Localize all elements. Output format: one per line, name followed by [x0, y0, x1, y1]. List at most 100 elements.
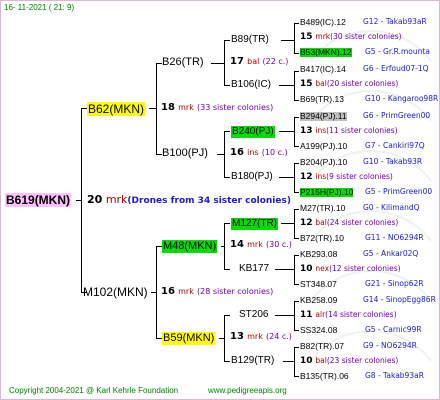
gen4-abbr: ins: [315, 172, 327, 181]
pedigree-frame: 16- 11-2021 ( 21: 9) B619(MKN) 20 mrk(Dr…: [0, 0, 440, 400]
gen2-1-abbr: bal: [247, 57, 260, 66]
gen4-origin-bottom: G5 - Gr.R.mounta: [365, 47, 430, 56]
gen2-3-number: 14: [230, 239, 244, 250]
gen4-queen-bottom[interactable]: P215H(PJ).10: [300, 188, 354, 197]
queen-gen2-1[interactable]: B26(TR): [162, 57, 204, 68]
gen1-sire-number: 16: [161, 286, 175, 297]
gen4-origin-bottom: G7 - Cankiri97Q: [365, 141, 425, 150]
connector-line: [211, 63, 225, 64]
gen4-colony-info: 11 alr(14 sister colonies): [300, 311, 397, 320]
gen4-abbr: nex: [315, 264, 330, 273]
gen4-abbr: bal: [315, 79, 327, 88]
gen4-origin-bottom: G10 - Kangaroo98R: [365, 94, 439, 103]
gen4-queen-bottom[interactable]: SS324.08: [300, 326, 337, 335]
gen2-4-info: 13 mrk (24 c.): [230, 332, 292, 342]
connector-line: [217, 154, 225, 155]
queen-gen3-6[interactable]: KB177: [239, 264, 269, 274]
queen-gen3-2[interactable]: B106(IC): [231, 80, 271, 90]
gen2-2-number: 16: [230, 147, 244, 158]
gen2-1-note: (22 c.): [262, 57, 289, 66]
gen2-4-note: (24 c.): [266, 332, 292, 341]
gen4-origin-top: G0 - KilimandQ: [363, 203, 420, 212]
gen4-colony-info: 15 mrk(30 sister colonies): [300, 33, 402, 42]
connector-line: [294, 209, 299, 210]
gen4-queen-bottom[interactable]: B135(TR).06: [300, 372, 349, 381]
gen2-2-abbr: ins: [247, 148, 259, 157]
root-info: 20 mrk(Drones from 34 sister colonies): [87, 194, 291, 206]
gen4-queen-top[interactable]: B294(PJ).11: [300, 112, 347, 121]
gen4-queen-bottom[interactable]: B72(TR).10: [300, 234, 344, 243]
connector-line: [279, 131, 295, 132]
gen4-origin-bottom: G5 - PrimGreen00: [365, 187, 433, 196]
gen4-note: (20 sister colonies): [326, 79, 399, 88]
gen4-number: 11: [300, 310, 313, 320]
connector-line: [281, 223, 295, 224]
gen2-3-note: (30 c.): [266, 240, 292, 249]
connector-line: [149, 108, 157, 109]
gen4-origin-top: G6 - Erfoud07-1Q: [363, 64, 429, 73]
gen4-colony-info: 10 nex(12 sister colonies): [300, 265, 401, 274]
gen4-queen-top[interactable]: B417(IC).14: [300, 65, 346, 74]
connector-line: [224, 40, 230, 41]
connector-line: [294, 71, 299, 72]
footer-url[interactable]: www.pedigreeapis.org: [208, 387, 287, 395]
gen4-colony-info: 13 ins(11 sister colonies): [300, 127, 398, 136]
connector-line: [294, 23, 299, 24]
connector-line: [224, 223, 230, 224]
gen4-queen-top[interactable]: B489(IC).12: [300, 18, 346, 27]
queen-gen3-4[interactable]: B180(PJ): [231, 172, 273, 182]
gen1-sire-info: 16 mrk (28 sister colonies): [161, 287, 273, 297]
gen1-dam-number: 18: [161, 102, 175, 113]
gen2-3-info: 14 mrk (30 c.): [230, 240, 292, 250]
connector-line: [294, 163, 299, 164]
gen4-number: 12: [300, 172, 313, 182]
queen-gen3-8[interactable]: B129(TR): [231, 356, 274, 366]
connector-line: [224, 85, 230, 86]
gen4-note: (9 sister colonies): [326, 172, 393, 181]
root-drone-note: (Drones from 34 sister colonies): [127, 196, 291, 206]
connector-line: [151, 292, 157, 293]
gen4-number: 12: [300, 218, 313, 228]
gen4-note: (11 sister colonies): [326, 126, 398, 135]
gen4-queen-bottom[interactable]: B53(MKN).12: [300, 48, 352, 57]
gen4-note: (14 sister colonies): [325, 310, 397, 319]
queen-gen2-2[interactable]: B100(PJ): [162, 148, 208, 159]
queen-root[interactable]: B619(MKN): [5, 193, 72, 207]
gen4-origin-top: G5 - Ankar02Q: [363, 249, 419, 258]
connector-line: [294, 146, 299, 147]
queen-gen1-sire[interactable]: M102(MKN): [83, 286, 148, 298]
footer-copyright: Copyright 2004-2021 @ Karl Kehrle Founda…: [9, 386, 179, 395]
gen4-note: (23 sister colonies): [326, 356, 399, 365]
gen4-number: 13: [300, 126, 313, 136]
connector-line: [294, 192, 299, 193]
gen4-queen-bottom[interactable]: A199(PJ).10: [300, 142, 347, 151]
connector-line: [281, 40, 295, 41]
queen-gen2-3[interactable]: M48(MKN): [162, 240, 218, 253]
gen4-number: 15: [300, 32, 313, 42]
queen-gen3-3[interactable]: B240(PJ): [231, 126, 275, 138]
queen-gen1-dam[interactable]: B62(MKN): [87, 102, 146, 116]
gen4-queen-bottom[interactable]: ST348.07: [300, 280, 337, 289]
connector-line: [294, 284, 299, 285]
gen1-dam-note: (33 sister colonies): [197, 103, 274, 112]
gen4-queen-top[interactable]: KB258.09: [300, 296, 337, 305]
gen4-origin-top: G12 - Takab93aR: [363, 17, 427, 26]
gen2-1-info: 17 bal (22 c.): [230, 57, 288, 67]
gen4-queen-top[interactable]: B204(PJ).10: [300, 158, 347, 167]
gen4-queen-top[interactable]: KB293.08: [300, 250, 337, 259]
gen4-origin-bottom: G11 - NO6294R: [365, 233, 424, 242]
queen-gen3-5[interactable]: M127(TR): [231, 218, 279, 230]
gen4-colony-info: 12 bal(24 sister colonies): [300, 219, 398, 228]
gen2-1-number: 17: [230, 56, 244, 67]
queen-gen3-1[interactable]: B89(TR): [231, 35, 269, 45]
gen4-number: 15: [300, 79, 313, 89]
gen4-origin-bottom: G21 - Sinop62R: [365, 279, 424, 288]
gen4-queen-top[interactable]: B82(TR).07: [300, 342, 344, 351]
connector-line: [294, 53, 299, 54]
date-stamp: 16- 11-2021 ( 21: 9): [4, 3, 75, 12]
gen4-queen-top[interactable]: M27(TR).10: [300, 204, 345, 213]
queen-gen2-4[interactable]: B59(MKN): [162, 332, 216, 345]
gen4-note: (12 sister colonies): [329, 264, 401, 273]
queen-gen3-7[interactable]: ST206: [239, 310, 268, 320]
gen4-queen-bottom[interactable]: B69(TR).13: [300, 95, 344, 104]
